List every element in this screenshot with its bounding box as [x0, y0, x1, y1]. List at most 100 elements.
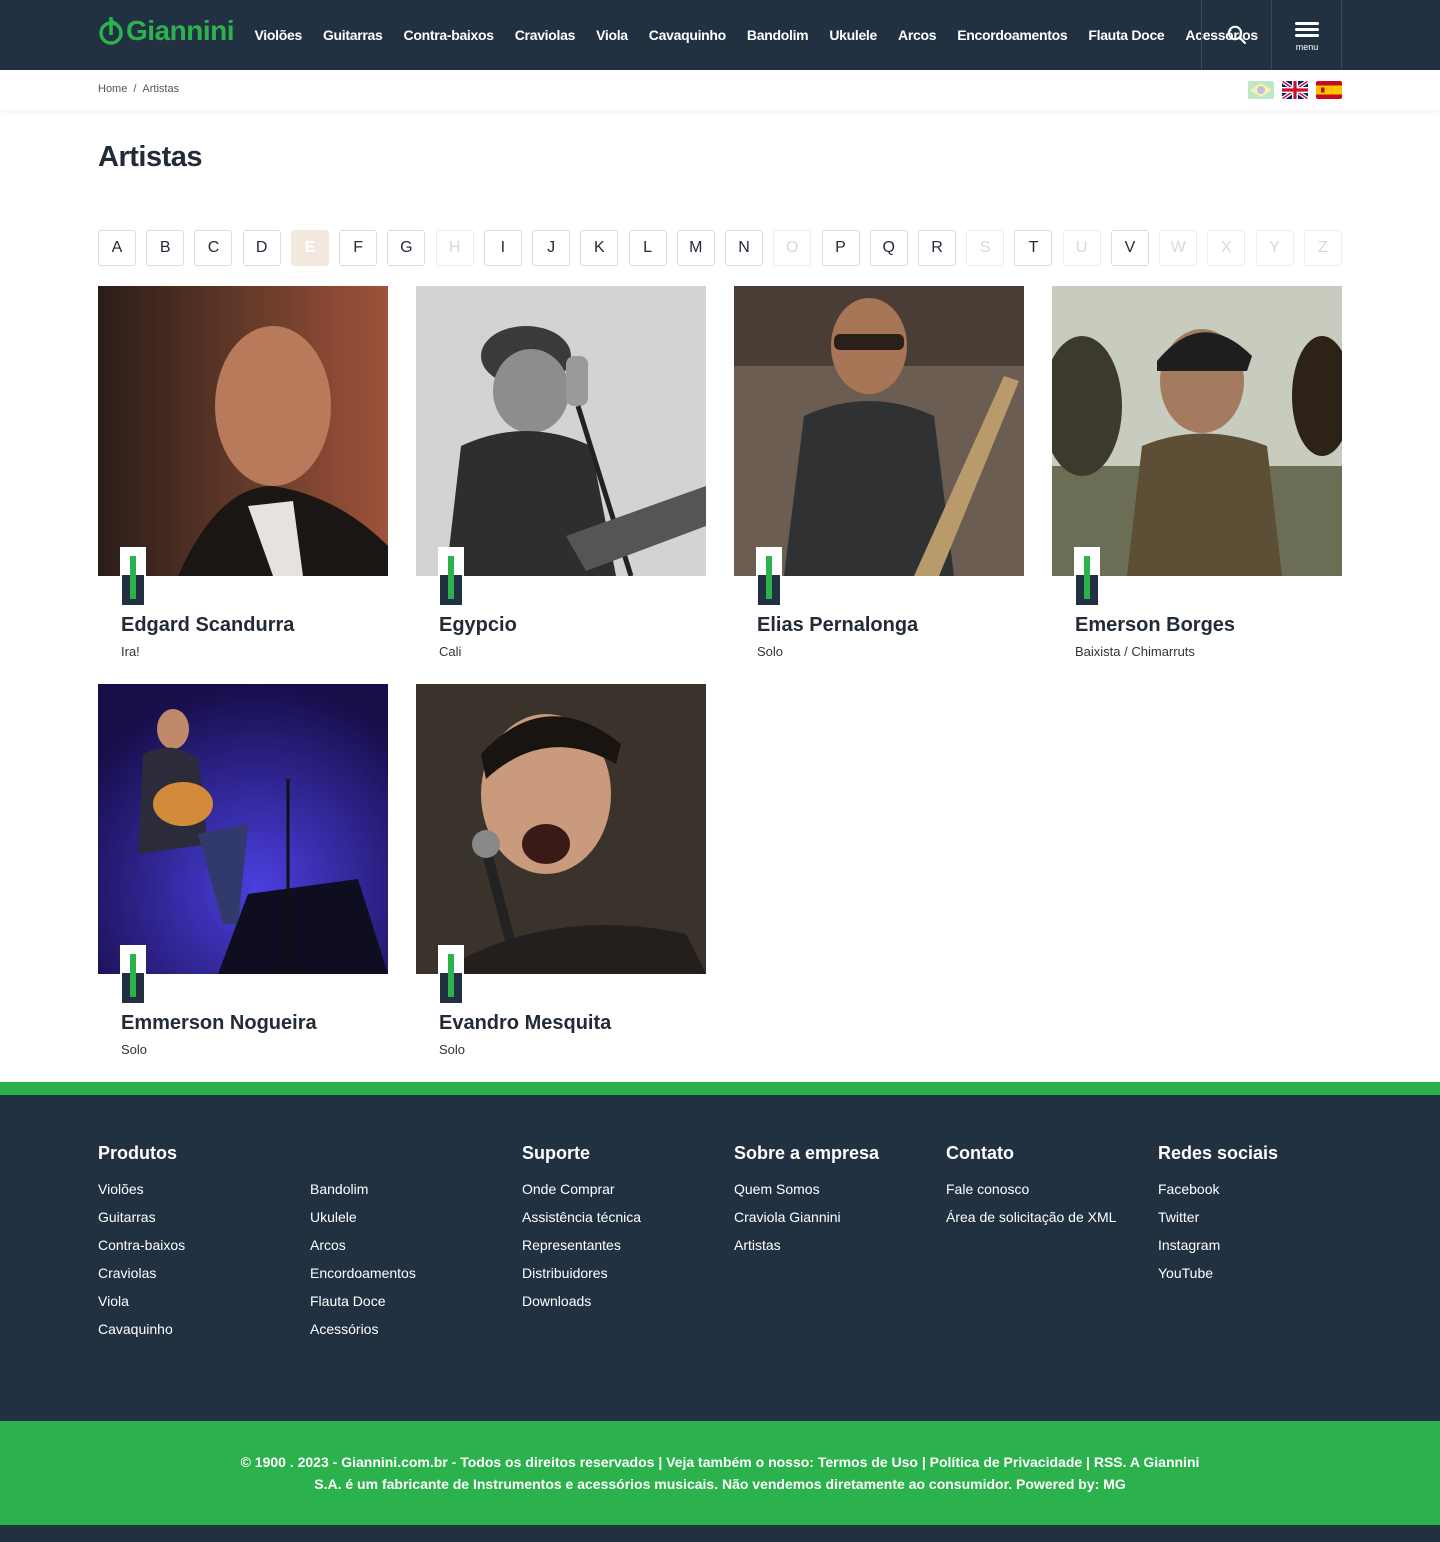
artist-name: Elias Pernalonga	[757, 614, 919, 636]
footer-suporte: Suporte Onde Comprar Assistência técnica…	[522, 1143, 641, 1321]
letter-a[interactable]: A	[98, 230, 136, 266]
letter-f[interactable]: F	[339, 230, 378, 266]
footer-link[interactable]: Fale conosco	[946, 1181, 1029, 1197]
letter-r[interactable]: R	[917, 230, 956, 266]
footer-link[interactable]: Artistas	[734, 1237, 781, 1253]
footer-link[interactable]: Downloads	[522, 1293, 591, 1309]
letter-n[interactable]: N	[725, 230, 764, 266]
footer-link[interactable]: Guitarras	[98, 1209, 156, 1225]
artist-card[interactable]: Emerson Borges Baixista / Chimarruts	[1052, 286, 1342, 666]
artist-band: Solo	[439, 1042, 466, 1057]
artist-name: Emmerson Nogueira	[121, 1012, 317, 1034]
breadcrumb-separator: /	[133, 83, 137, 95]
artist-card[interactable]: Elias Pernalonga Solo	[734, 286, 1024, 666]
page-title: Artistas	[98, 141, 203, 173]
letter-t[interactable]: T	[1014, 230, 1053, 266]
artist-card[interactable]: Emmerson Nogueira Solo	[98, 684, 388, 1064]
menu-button[interactable]: menu	[1272, 0, 1342, 70]
footer-link[interactable]: Flauta Doce	[310, 1293, 385, 1309]
nav-arcos[interactable]: Arcos	[888, 27, 947, 43]
letter-h: H	[435, 230, 474, 266]
instagram-link[interactable]: Instagram	[1158, 1237, 1220, 1253]
nav-flauta-doce[interactable]: Flauta Doce	[1078, 27, 1175, 43]
hamburger-icon	[1295, 19, 1319, 40]
artist-band: Ira!	[121, 644, 140, 659]
letter-q[interactable]: Q	[869, 230, 908, 266]
nav-ukulele[interactable]: Ukulele	[819, 27, 888, 43]
artist-card[interactable]: Evandro Mesquita Solo	[416, 684, 706, 1064]
footer-empresa: Sobre a empresa Quem Somos Craviola Gian…	[734, 1143, 879, 1265]
nav-divider	[1341, 0, 1342, 70]
uk-flag-icon[interactable]	[1282, 81, 1308, 99]
footer-link[interactable]: Distribuidores	[522, 1265, 608, 1281]
letter-j[interactable]: J	[532, 230, 571, 266]
letter-p[interactable]: P	[821, 230, 860, 266]
breadcrumb-home[interactable]: Home	[98, 83, 127, 95]
logo-text: Giannini	[126, 15, 235, 46]
artist-photo	[416, 286, 706, 576]
brazil-flag-icon[interactable]	[1248, 81, 1274, 99]
artist-photo	[98, 286, 388, 576]
letter-g[interactable]: G	[387, 230, 426, 266]
footer-redes-sociais: Redes sociais Facebook Twitter Instagram…	[1158, 1143, 1278, 1293]
footer-link[interactable]: Assistência técnica	[522, 1209, 641, 1225]
footer-link[interactable]: Área de solicitação de XML	[946, 1209, 1116, 1225]
footer-link[interactable]: Craviola Giannini	[734, 1209, 841, 1225]
letter-z: Z	[1303, 230, 1342, 266]
facebook-link[interactable]: Facebook	[1158, 1181, 1219, 1197]
nav-guitarras[interactable]: Guitarras	[312, 27, 393, 43]
nav-viola[interactable]: Viola	[586, 27, 639, 43]
artist-card[interactable]: Egypcio Cali	[416, 286, 706, 666]
alphabet-filter: A B C D E F G H I J K L M N O P Q R S T …	[98, 230, 1342, 266]
nav-bandolim[interactable]: Bandolim	[736, 27, 818, 43]
artist-photo	[98, 684, 388, 974]
letter-w: W	[1159, 230, 1198, 266]
menu-label: menu	[1295, 41, 1319, 52]
footer-link[interactable]: Contra-baixos	[98, 1237, 185, 1253]
footer-link[interactable]: Quem Somos	[734, 1181, 820, 1197]
footer-heading: Contato	[946, 1143, 1014, 1163]
letter-l[interactable]: L	[628, 230, 667, 266]
nav-craviolas[interactable]: Craviolas	[504, 27, 585, 43]
nav-encordoamentos[interactable]: Encordoamentos	[947, 27, 1078, 43]
letter-k[interactable]: K	[580, 230, 619, 266]
letter-y: Y	[1255, 230, 1294, 266]
artist-tag	[756, 547, 782, 605]
artist-tag	[438, 547, 464, 605]
letter-m[interactable]: M	[676, 230, 715, 266]
youtube-link[interactable]: YouTube	[1158, 1265, 1213, 1281]
footer-link[interactable]: Representantes	[522, 1237, 621, 1253]
bottom-strip	[0, 1525, 1440, 1542]
footer-link[interactable]: Bandolim	[310, 1181, 368, 1197]
letter-v[interactable]: V	[1110, 230, 1149, 266]
footer-heading: Sobre a empresa	[734, 1143, 880, 1163]
letter-i[interactable]: I	[483, 230, 522, 266]
footer-link[interactable]: Violões	[98, 1181, 144, 1197]
footer-link[interactable]: Viola	[98, 1293, 129, 1309]
letter-d[interactable]: D	[242, 230, 281, 266]
search-icon	[1227, 25, 1247, 45]
nav-cavaquinho[interactable]: Cavaquinho	[638, 27, 736, 43]
footer-link[interactable]: Arcos	[310, 1237, 346, 1253]
footer-link[interactable]: Cavaquinho	[98, 1321, 173, 1337]
giannini-logo[interactable]: Giannini	[98, 14, 235, 48]
nav-violoes[interactable]: Violões	[244, 27, 312, 43]
search-button[interactable]	[1202, 0, 1272, 70]
breadcrumb: Home / Artistas	[98, 83, 179, 95]
footer-link[interactable]: Onde Comprar	[522, 1181, 615, 1197]
footer-link[interactable]: Ukulele	[310, 1209, 357, 1225]
artist-band: Solo	[757, 644, 784, 659]
footer-link[interactable]: Encordoamentos	[310, 1265, 416, 1281]
footer-link[interactable]: Craviolas	[98, 1265, 156, 1281]
spain-flag-icon[interactable]	[1316, 81, 1342, 99]
letter-e[interactable]: E	[290, 230, 329, 266]
top-navbar: Giannini Violões Guitarras Contra-baixos…	[0, 0, 1440, 70]
nav-contra-baixos[interactable]: Contra-baixos	[393, 27, 504, 43]
letter-c[interactable]: C	[194, 230, 233, 266]
giannini-logo-icon	[99, 17, 123, 45]
letter-b[interactable]: B	[146, 230, 185, 266]
artist-card[interactable]: Edgard Scandurra Ira!	[98, 286, 388, 666]
footer-link[interactable]: Acessórios	[310, 1321, 378, 1337]
twitter-link[interactable]: Twitter	[1158, 1209, 1199, 1225]
artist-name: Emerson Borges	[1075, 614, 1236, 636]
